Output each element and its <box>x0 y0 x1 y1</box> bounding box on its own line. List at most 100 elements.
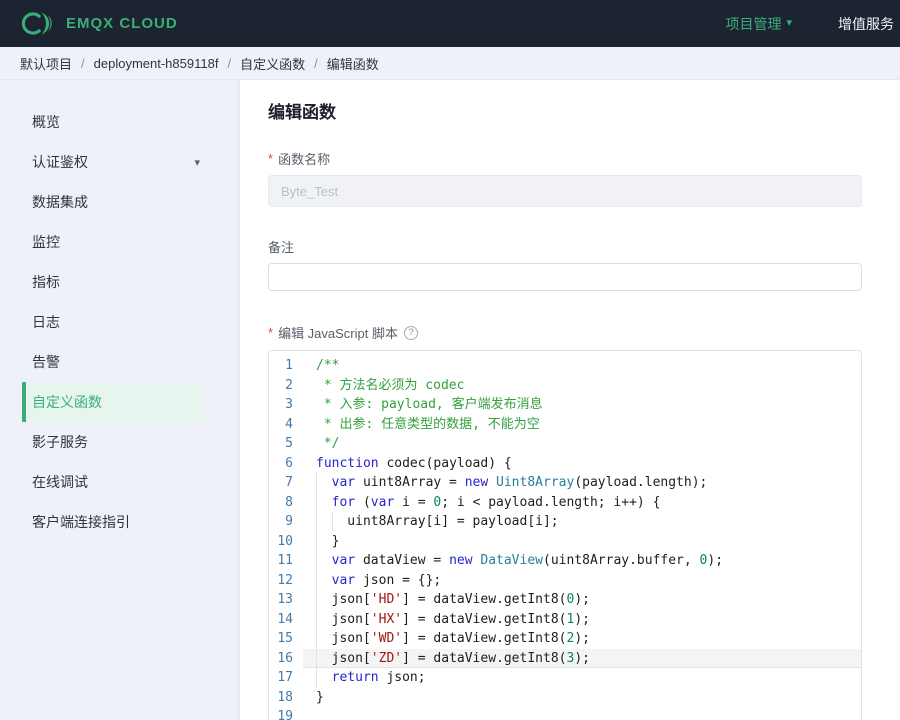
code-text: } <box>303 688 861 708</box>
code-text: var json = {}; <box>303 571 861 591</box>
indent-guide <box>316 493 317 513</box>
script-field: * 编辑 JavaScript 脚本 ? 1/**2 * 方法名必须为 code… <box>268 323 862 720</box>
sidebar-item-label: 监控 <box>32 232 60 252</box>
breadcrumb-separator: / <box>81 56 85 71</box>
project-management-menu[interactable]: 项目管理 ▾ <box>725 14 792 34</box>
line-number: 11 <box>269 551 303 571</box>
code-line: 14 json['HX'] = dataView.getInt8(1); <box>269 610 861 630</box>
code-text <box>303 707 861 720</box>
required-asterisk: * <box>268 326 273 339</box>
line-number: 15 <box>269 629 303 649</box>
emqx-logo-icon <box>20 10 56 37</box>
sidebar-item-label: 日志 <box>32 312 60 332</box>
sidebar-item-label: 告警 <box>32 352 60 372</box>
help-icon[interactable]: ? <box>404 326 418 340</box>
code-text: uint8Array[i] = payload[i]; <box>303 512 861 532</box>
sidebar-item-label: 影子服务 <box>32 432 88 452</box>
javascript-code-editor[interactable]: 1/**2 * 方法名必须为 codec3 * 入参: payload, 客户端… <box>268 350 862 720</box>
sidebar-item-shadow-service[interactable]: 影子服务 <box>0 422 240 462</box>
function-name-input <box>268 175 862 207</box>
code-line: 8 for (var i = 0; i < payload.length; i+… <box>269 493 861 513</box>
sidebar-item-label: 认证鉴权 <box>32 152 88 172</box>
code-line: 4 * 出参: 任意类型的数据, 不能为空 <box>269 415 861 435</box>
main-content: 编辑函数 * 函数名称 备注 * 编辑 JavaScript 脚本 ? 1/**… <box>240 80 900 720</box>
sidebar-item-custom-functions[interactable]: 自定义函数 <box>22 382 202 422</box>
code-line: 9 uint8Array[i] = payload[i]; <box>269 512 861 532</box>
indent-guide <box>316 473 317 493</box>
note-field: 备注 <box>268 237 862 291</box>
script-label: * 编辑 JavaScript 脚本 ? <box>268 323 862 342</box>
sidebar-item-metrics[interactable]: 指标 <box>0 262 240 302</box>
function-name-field: * 函数名称 <box>268 149 862 207</box>
value-added-services-menu[interactable]: 增值服务 <box>838 14 894 34</box>
breadcrumb-separator: / <box>227 56 231 71</box>
top-navbar: EMQX CLOUD 项目管理 ▾ 增值服务 <box>0 0 900 47</box>
code-text: * 入参: payload, 客户端发布消息 <box>303 395 861 415</box>
code-line: 6function codec(payload) { <box>269 454 861 474</box>
code-text: */ <box>303 434 861 454</box>
sidebar-item-client-guide[interactable]: 客户端连接指引 <box>0 502 240 542</box>
line-number: 5 <box>269 434 303 454</box>
line-number: 6 <box>269 454 303 474</box>
breadcrumb: 默认项目/deployment-h859118f/自定义函数/编辑函数 <box>0 47 900 80</box>
indent-guide <box>316 590 317 610</box>
sidebar: 概览认证鉴权 ▾ 数据集成监控指标日志告警自定义函数影子服务在线调试客户端连接指引 <box>0 80 240 720</box>
line-number: 13 <box>269 590 303 610</box>
breadcrumb-item[interactable]: 默认项目 <box>20 54 72 73</box>
code-line: 5 */ <box>269 434 861 454</box>
chevron-down-icon: ▾ <box>786 18 792 29</box>
line-number: 10 <box>269 532 303 552</box>
breadcrumb-item: 编辑函数 <box>327 54 379 73</box>
note-label: 备注 <box>268 237 862 256</box>
code-line: 11 var dataView = new DataView(uint8Arra… <box>269 551 861 571</box>
sidebar-item-label: 数据集成 <box>32 192 88 212</box>
code-line: 2 * 方法名必须为 codec <box>269 376 861 396</box>
line-number: 17 <box>269 668 303 688</box>
code-text: * 方法名必须为 codec <box>303 376 861 396</box>
sidebar-item-data-integrations[interactable]: 数据集成 <box>0 182 240 222</box>
code-text: * 出参: 任意类型的数据, 不能为空 <box>303 415 861 435</box>
sidebar-item-label: 概览 <box>32 112 60 132</box>
note-input[interactable] <box>268 263 862 291</box>
line-number: 14 <box>269 610 303 630</box>
sidebar-item-label: 指标 <box>32 272 60 292</box>
brand[interactable]: EMQX CLOUD <box>20 10 178 37</box>
code-text: /** <box>303 356 861 376</box>
sidebar-item-auth[interactable]: 认证鉴权 ▾ <box>0 142 240 182</box>
indent-guide <box>316 649 317 669</box>
line-number: 1 <box>269 356 303 376</box>
sidebar-item-overview[interactable]: 概览 <box>0 102 240 142</box>
indent-guide <box>316 532 317 552</box>
line-number: 4 <box>269 415 303 435</box>
breadcrumb-item[interactable]: 自定义函数 <box>240 54 305 73</box>
sidebar-item-alerts[interactable]: 告警 <box>0 342 240 382</box>
code-text: json['HD'] = dataView.getInt8(0); <box>303 590 861 610</box>
code-text: json['HX'] = dataView.getInt8(1); <box>303 610 861 630</box>
line-number: 7 <box>269 473 303 493</box>
line-number: 2 <box>269 376 303 396</box>
code-line: 15 json['WD'] = dataView.getInt8(2); <box>269 629 861 649</box>
code-text: json['WD'] = dataView.getInt8(2); <box>303 629 861 649</box>
code-line: 18} <box>269 688 861 708</box>
code-line: 7 var uint8Array = new Uint8Array(payloa… <box>269 473 861 493</box>
indent-guide <box>332 512 333 532</box>
indent-guide <box>316 512 317 532</box>
indent-guide <box>316 610 317 630</box>
sidebar-item-logs[interactable]: 日志 <box>0 302 240 342</box>
code-text: json['ZD'] = dataView.getInt8(3); <box>303 649 861 669</box>
brand-title: EMQX CLOUD <box>66 15 178 32</box>
breadcrumb-item[interactable]: deployment-h859118f <box>94 56 219 71</box>
code-text: var uint8Array = new Uint8Array(payload.… <box>303 473 861 493</box>
indent-guide <box>316 668 317 688</box>
chevron-down-icon: ▾ <box>194 156 200 169</box>
sidebar-item-online-test[interactable]: 在线调试 <box>0 462 240 502</box>
code-line: 13 json['HD'] = dataView.getInt8(0); <box>269 590 861 610</box>
line-number: 18 <box>269 688 303 708</box>
line-number: 8 <box>269 493 303 513</box>
sidebar-item-monitor[interactable]: 监控 <box>0 222 240 262</box>
code-line: 16 json['ZD'] = dataView.getInt8(3); <box>269 649 861 669</box>
code-line: 1/** <box>269 356 861 376</box>
sidebar-item-label: 客户端连接指引 <box>32 512 130 532</box>
code-line: 12 var json = {}; <box>269 571 861 591</box>
line-number: 19 <box>269 707 303 720</box>
